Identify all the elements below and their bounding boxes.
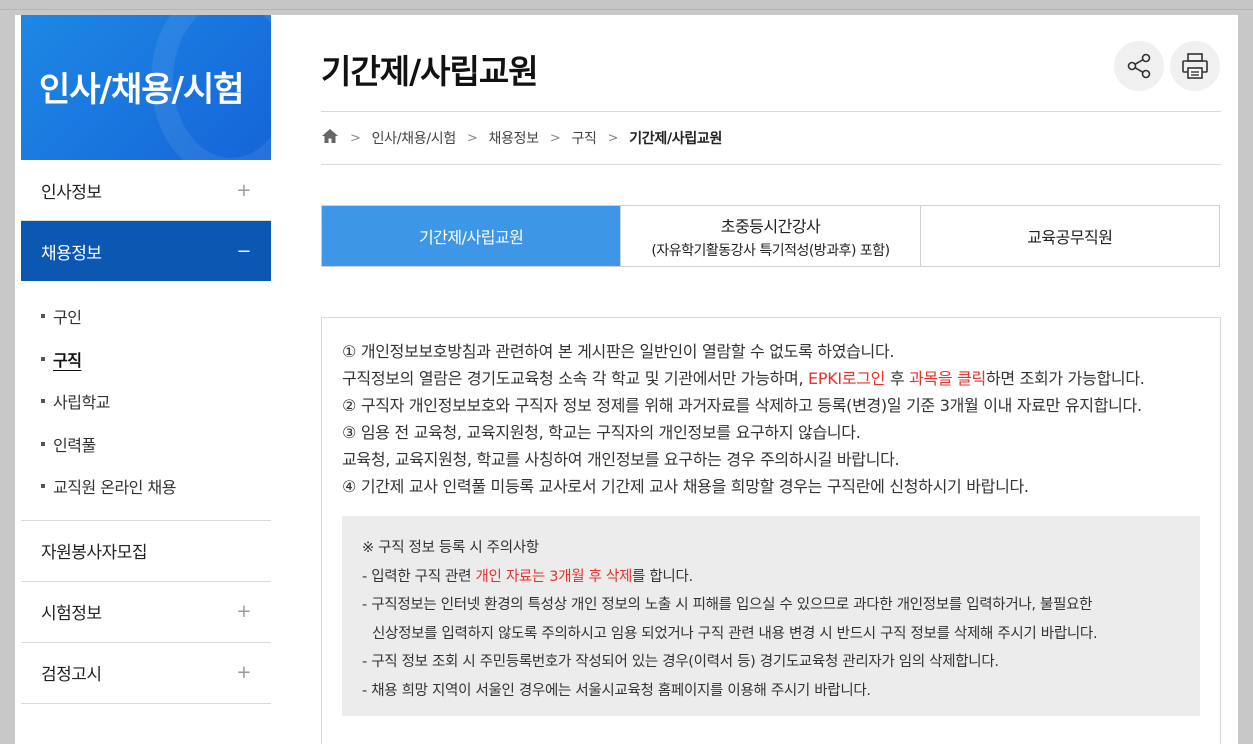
sidebar-title: 인사/채용/시험 (39, 70, 245, 110)
home-icon (322, 129, 338, 143)
notice-line: ① 개인정보보호방침과 관련하여 본 게시판은 일반인이 열람할 수 없도록 하… (342, 342, 895, 361)
bullet-icon (41, 441, 45, 446)
tab-label: 교육공무직원 (1027, 228, 1113, 247)
sidebar-item-label: 시험정보 (41, 604, 102, 624)
browser-top-bar (0, 0, 1253, 10)
bullet-icon (41, 484, 45, 489)
notice-text: 하면 조회가 가능합니다. (985, 369, 1145, 388)
tab-label: 기간제/사립교원 (418, 228, 524, 247)
sidebar-header: 인사/채용/시험 (21, 15, 271, 160)
caution-line: - 구직 정보 조회 시 주민등록번호가 작성되어 있는 경우(이력서 등) 경… (362, 654, 999, 670)
notice-line: ④ 기간제 교사 인력풀 미등록 교사로서 기간제 교사 채용을 희망할 경우는… (342, 477, 1029, 496)
notice-line: 교육청, 교육지원청, 학교를 사칭하여 개인정보를 요구하는 경우 주의하시길… (342, 450, 900, 469)
sidebar-item-recruitment[interactable]: 채용정보 − (21, 221, 271, 281)
submenu-item-talent-pool[interactable]: 인력풀 (41, 423, 271, 466)
caution-box: ※ 구직 정보 등록 시 주의사항 - 입력한 구직 관련 개인 자료는 3개월… (342, 516, 1200, 716)
caution-line: - 구직정보는 인터넷 환경의 특성상 개인 정보의 노출 시 피해를 입으실 … (362, 597, 1093, 613)
sidebar-item-label: 검정고시 (41, 665, 102, 685)
caution-line: - 입력한 구직 관련 개인 자료는 3개월 후 삭제를 합니다. (362, 563, 1180, 592)
tab-temporary-teacher[interactable]: 기간제/사립교원 (322, 206, 621, 266)
page-title: 기간제/사립교원 (321, 52, 539, 91)
print-icon (1182, 53, 1208, 79)
category-tabs: 기간제/사립교원 초중등시간강사 (자유학기활동강사 특기적성(방과후) 포함)… (321, 205, 1220, 267)
notice-line: ② 구직자 개인정보보호와 구직자 정보 정제를 위해 과거자료를 삭제하고 등… (342, 396, 1142, 415)
sidebar-item-exam-info[interactable]: 시험정보 + (21, 582, 271, 643)
expand-icon: + (236, 179, 251, 201)
share-button[interactable] (1114, 41, 1164, 91)
sidebar-item-label: 인사정보 (41, 182, 102, 203)
tab-part-time-instructor[interactable]: 초중등시간강사 (자유학기활동강사 특기적성(방과후) 포함) (620, 206, 919, 266)
notice-box: ① 개인정보보호방침과 관련하여 본 게시판은 일반인이 열람할 수 없도록 하… (321, 317, 1221, 744)
submenu-item-private-school[interactable]: 사립학교 (41, 380, 271, 423)
expand-icon: + (236, 662, 251, 683)
caution-line: 신상정보를 입력하지 않도록 주의하시고 임용 되었거나 구직 관련 내용 변경… (372, 625, 1098, 642)
bullet-icon (41, 314, 45, 319)
click-subject-highlight: 과목을 클릭 (909, 369, 986, 388)
title-divider (321, 111, 1221, 112)
sidebar: 인사/채용/시험 인사정보 + 채용정보 − 구인 구직 사립학교 인력풀 교직… (21, 15, 271, 704)
tab-sublabel: (자유학기활동강사 특기적성(방과후) 포함) (651, 242, 890, 259)
notice-line: 구직정보의 열람은 경기도교육청 소속 각 학교 및 기관에서만 가능하며, E… (342, 365, 1200, 392)
collapse-icon: − (236, 240, 251, 262)
chevron-right-icon: > (549, 130, 561, 146)
sidebar-item-hr-info[interactable]: 인사정보 + (21, 160, 271, 221)
breadcrumb-item[interactable]: 인사/채용/시험 (372, 128, 457, 148)
caution-text: 를 합니다. (632, 568, 693, 585)
page-container: 인사/채용/시험 인사정보 + 채용정보 − 구인 구직 사립학교 인력풀 교직… (15, 15, 1238, 744)
home-link[interactable] (321, 128, 339, 148)
expand-icon: + (236, 601, 251, 622)
submenu-item-online-recruit[interactable]: 교직원 온라인 채용 (41, 465, 271, 508)
notice-text: 후 (885, 369, 910, 388)
sidebar-item-label: 채용정보 (41, 243, 102, 264)
chevron-right-icon: > (350, 130, 361, 146)
submenu-item-job-seeking[interactable]: 구직 (41, 338, 271, 381)
bullet-icon (41, 356, 45, 361)
breadcrumb: > 인사/채용/시험 > 채용정보 > 구직 > 기간제/사립교원 (321, 126, 722, 150)
notice-text: 구직정보의 열람은 경기도교육청 소속 각 학교 및 기관에서만 가능하며, (342, 369, 809, 388)
notice-line: ③ 임용 전 교육청, 교육지원청, 학교는 구직자의 개인정보를 요구하지 않… (342, 423, 861, 442)
sidebar-item-label: 자원봉사자모집 (41, 543, 147, 563)
sidebar-item-qualification-exam[interactable]: 검정고시 + (21, 643, 271, 704)
tab-education-staff[interactable]: 교육공무직원 (919, 206, 1219, 266)
bullet-icon (41, 399, 45, 404)
chevron-right-icon: > (466, 130, 478, 146)
breadcrumb-item[interactable]: 구직 (571, 128, 596, 148)
caution-heading: ※ 구직 정보 등록 시 주의사항 (362, 540, 539, 556)
print-button[interactable] (1170, 41, 1220, 91)
breadcrumb-current: 기간제/사립교원 (629, 131, 723, 147)
sidebar-submenu: 구인 구직 사립학교 인력풀 교직원 온라인 채용 (21, 281, 271, 521)
breadcrumb-item[interactable]: 채용정보 (489, 128, 540, 148)
tab-label: 초중등시간강사 (720, 216, 821, 236)
share-icon (1127, 53, 1151, 79)
epki-login-highlight: EPKI로그인 (808, 369, 886, 388)
breadcrumb-divider (321, 164, 1221, 165)
chevron-right-icon: > (607, 130, 619, 146)
caution-line: - 채용 희망 지역이 서울인 경우에는 서울시교육청 홈페이지를 이용해 주시… (362, 682, 871, 699)
submenu-item-hiring[interactable]: 구인 (41, 295, 271, 338)
deletion-highlight: 개인 자료는 3개월 후 삭제 (475, 568, 633, 585)
sidebar-item-volunteer[interactable]: 자원봉사자모집 (21, 521, 271, 582)
caution-text: - 입력한 구직 관련 (362, 568, 476, 585)
